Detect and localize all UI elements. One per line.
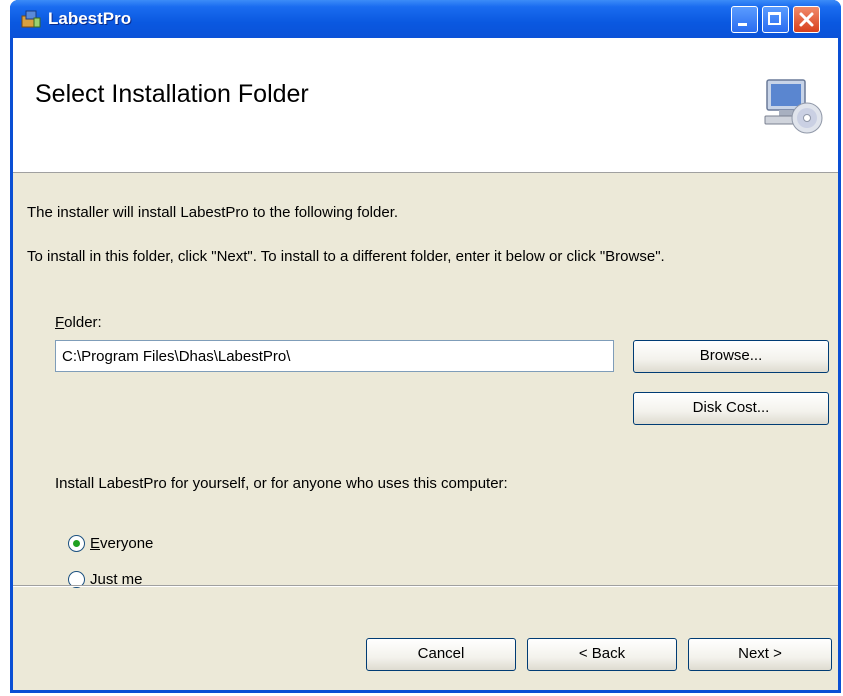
cancel-button[interactable]: Cancel: [366, 638, 516, 671]
folder-label: Folder:: [55, 314, 102, 331]
close-icon: [799, 12, 814, 27]
close-button[interactable]: [793, 6, 820, 33]
dialog-client-area: Select Installation Folder The installer…: [13, 38, 838, 690]
browse-button[interactable]: Browse...: [633, 340, 829, 373]
installer-app-icon: [21, 10, 41, 28]
folder-label-rest: older:: [64, 314, 102, 331]
disk-cost-button[interactable]: Disk Cost...: [633, 392, 829, 425]
back-button[interactable]: < Back: [527, 638, 677, 671]
computer-cd-icon: [764, 79, 823, 134]
next-button[interactable]: Next >: [688, 638, 832, 671]
folder-label-mnemonic: F: [55, 314, 65, 331]
folder-path-input[interactable]: [55, 340, 614, 372]
intro-text: The installer will install LabestPro to …: [27, 204, 399, 221]
everyone-label-rest: veryone: [100, 535, 154, 552]
maximize-button[interactable]: [762, 6, 789, 33]
footer-separator: [13, 585, 838, 587]
everyone-mnemonic: E: [90, 535, 101, 552]
instruction-text: To install in this folder, click "Next".…: [27, 248, 665, 265]
page-title: Select Installation Folder: [35, 80, 309, 108]
window-title: LabestPro: [48, 9, 132, 28]
minimize-button[interactable]: [731, 6, 758, 33]
title-bar[interactable]: LabestPro: [10, 0, 841, 38]
install-for-text: Install LabestPro for yourself, or for a…: [55, 475, 508, 492]
installer-window: LabestPro Select Installation Folder The…: [10, 0, 841, 693]
header-banner: Select Installation Folder: [13, 38, 838, 173]
everyone-radio-label[interactable]: Everyone: [90, 535, 153, 552]
everyone-radio[interactable]: [68, 535, 85, 552]
